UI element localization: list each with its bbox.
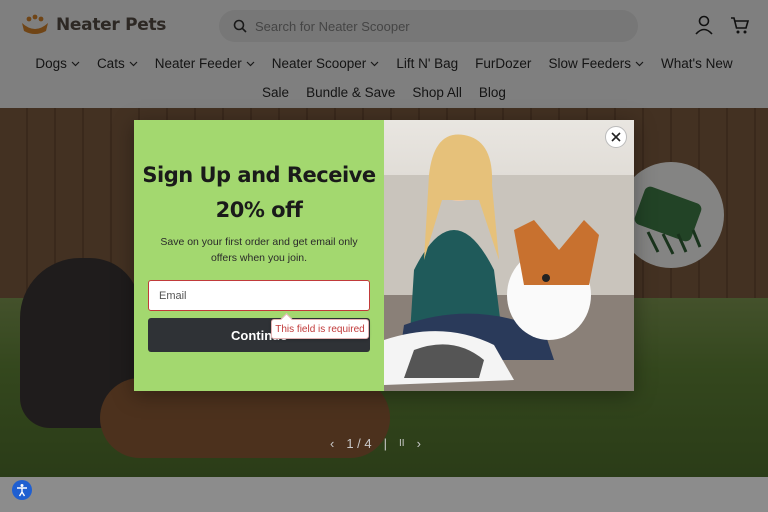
slideshow-controls: ‹ 1 / 4 | II › bbox=[330, 436, 421, 451]
modal-backdrop-header[interactable] bbox=[0, 0, 768, 108]
accessibility-button[interactable] bbox=[12, 480, 32, 500]
woman-with-pets-image bbox=[384, 134, 634, 391]
pause-button[interactable]: II bbox=[399, 438, 405, 449]
slide-counter: 1 / 4 bbox=[346, 436, 372, 451]
divider: | bbox=[383, 436, 388, 451]
popup-subtext: Save on your first order and get email o… bbox=[160, 236, 358, 264]
page-footer-shade bbox=[0, 477, 768, 512]
popup-headline: Sign Up and Receive 20% off bbox=[134, 158, 384, 228]
popup-photo bbox=[384, 120, 634, 391]
validation-tooltip: This field is required bbox=[271, 319, 369, 339]
email-field[interactable] bbox=[148, 280, 370, 311]
signup-form-panel: Sign Up and Receive 20% off Save on your… bbox=[134, 120, 384, 391]
headline-line-2: 20% off bbox=[215, 198, 303, 222]
prev-slide-button[interactable]: ‹ bbox=[330, 436, 334, 451]
close-popup-button[interactable] bbox=[605, 126, 627, 148]
signup-popup: Sign Up and Receive 20% off Save on your… bbox=[134, 120, 634, 391]
close-icon bbox=[611, 132, 621, 142]
accessibility-icon bbox=[17, 484, 27, 497]
next-slide-button[interactable]: › bbox=[417, 436, 421, 451]
headline-line-1: Sign Up and Receive bbox=[142, 163, 376, 187]
